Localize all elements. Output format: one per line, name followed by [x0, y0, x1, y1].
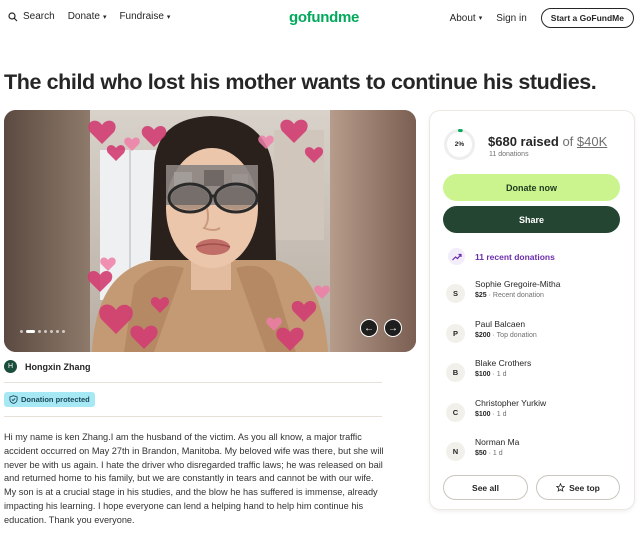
search-label: Search [23, 11, 55, 22]
donor-item: C Christopher Yurkiw $100 · 1 d [446, 398, 546, 422]
divider [4, 416, 382, 417]
amount-raised: $680 raised of $40K [488, 134, 607, 149]
arrow-right-icon: → [388, 322, 398, 334]
carousel-dot[interactable] [44, 330, 47, 333]
carousel-indicator[interactable] [20, 330, 68, 333]
donor-note: · 1 d [486, 450, 503, 457]
donor-note: · 1 d [490, 411, 507, 418]
about-menu-label: About [449, 12, 476, 24]
see-all-button[interactable]: See all [443, 475, 528, 500]
campaign-media-carousel[interactable]: ← → [4, 110, 416, 352]
search-icon [8, 11, 18, 21]
arrow-left-icon: ← [364, 322, 374, 334]
donate-now-button[interactable]: Donate now [443, 174, 620, 201]
donor-item: P Paul Balcaen $200 · Top donation [446, 319, 537, 343]
donor-name: Paul Balcaen [475, 319, 526, 329]
carousel-dot[interactable] [50, 330, 53, 333]
recent-donations-label: 11 recent donations [475, 251, 555, 262]
goal-amount[interactable]: $40K [577, 134, 607, 149]
trending-up-icon [448, 248, 465, 265]
see-top-label: See top [569, 482, 600, 493]
star-icon [556, 483, 566, 492]
donor-avatar: S [446, 284, 465, 303]
donor-name: Blake Crothers [475, 358, 532, 368]
donation-count: 11 donations [489, 151, 529, 158]
donor-note: · Top donation [490, 332, 537, 339]
top-nav: Search Donate ▾ Fundraise ▾ gofundme Abo… [0, 0, 640, 38]
carousel-prev-button[interactable]: ← [360, 319, 378, 337]
donor-note: · Recent donation [486, 292, 544, 299]
of-text: of [558, 134, 577, 149]
see-top-button[interactable]: See top [536, 475, 620, 500]
donor-amount: $50 [475, 450, 487, 457]
donor-name: Norman Ma [475, 437, 520, 447]
badge-label: Donation protected [21, 395, 90, 404]
carousel-dot[interactable] [56, 330, 59, 333]
nav-right: About ▾ Sign in Start a GoFundMe [450, 8, 634, 28]
donor-item: B Blake Crothers $100 · 1 d [446, 358, 531, 382]
donor-meta: $100 · 1 d [475, 371, 531, 378]
campaign-photo [4, 110, 416, 352]
donor-meta: $25 · Recent donation [475, 292, 561, 299]
donor-amount: $200 [475, 332, 491, 339]
shield-icon [9, 395, 18, 404]
organizer[interactable]: H Hongxin Zhang [4, 360, 91, 373]
donor-meta: $50 · 1 d [475, 450, 519, 457]
donor-meta: $200 · Top donation [475, 332, 537, 339]
donor-amount: $25 [475, 292, 487, 299]
donor-item: N Norman Ma $50 · 1 d [446, 437, 519, 461]
chevron-down-icon: ▾ [102, 13, 107, 21]
donor-item: S Sophie Gregoire-Mitha $25 · Recent don… [446, 279, 561, 303]
donor-name: Sophie Gregoire-Mitha [475, 279, 561, 289]
donor-note: · 1 d [490, 371, 507, 378]
chevron-down-icon: ▾ [478, 15, 483, 22]
gofundme-logo[interactable]: gofundme [289, 9, 359, 26]
campaign-title: The child who lost his mother wants to c… [4, 70, 597, 94]
divider [4, 382, 382, 383]
donor-avatar: P [446, 324, 465, 343]
donation-card: 2% $680 raised of $40K 11 donations Dona… [430, 111, 634, 509]
sign-in-link[interactable]: Sign in [496, 13, 527, 24]
campaign-story: Hi my name is ken Zhang.I am the husband… [4, 432, 384, 525]
donor-amount: $100 [475, 371, 491, 378]
donate-menu-label: Donate [67, 11, 100, 22]
fundraise-menu-label: Fundraise [119, 11, 164, 22]
raised-amount: $680 raised [488, 134, 559, 149]
organizer-name: Hongxin Zhang [25, 361, 91, 372]
donor-avatar: N [446, 442, 465, 461]
donor-name: Christopher Yurkiw [475, 398, 547, 408]
carousel-dot[interactable] [26, 330, 35, 333]
carousel-dot[interactable] [20, 330, 23, 333]
about-menu[interactable]: About ▾ [450, 13, 483, 24]
donor-meta: $100 · 1 d [475, 411, 546, 418]
donor-avatar: C [446, 403, 465, 422]
donor-avatar: B [446, 363, 465, 382]
start-gofundme-button[interactable]: Start a GoFundMe [540, 8, 634, 28]
nav-left: Search Donate ▾ Fundraise ▾ [8, 11, 183, 22]
fundraise-menu[interactable]: Fundraise ▾ [119, 11, 170, 22]
chevron-down-icon: ▾ [166, 13, 171, 21]
carousel-next-button[interactable]: → [384, 319, 402, 337]
search-button[interactable]: Search [8, 11, 55, 22]
share-button[interactable]: Share [443, 206, 620, 233]
donation-protected-badge[interactable]: Donation protected [4, 392, 95, 407]
donor-amount: $100 [475, 411, 491, 418]
carousel-dot[interactable] [38, 330, 41, 333]
progress-percent: 2% [454, 141, 465, 148]
donate-menu[interactable]: Donate ▾ [68, 11, 107, 22]
organizer-avatar: H [4, 360, 17, 373]
carousel-dot[interactable] [62, 330, 65, 333]
recent-donations-link[interactable]: 11 recent donations [448, 248, 555, 265]
